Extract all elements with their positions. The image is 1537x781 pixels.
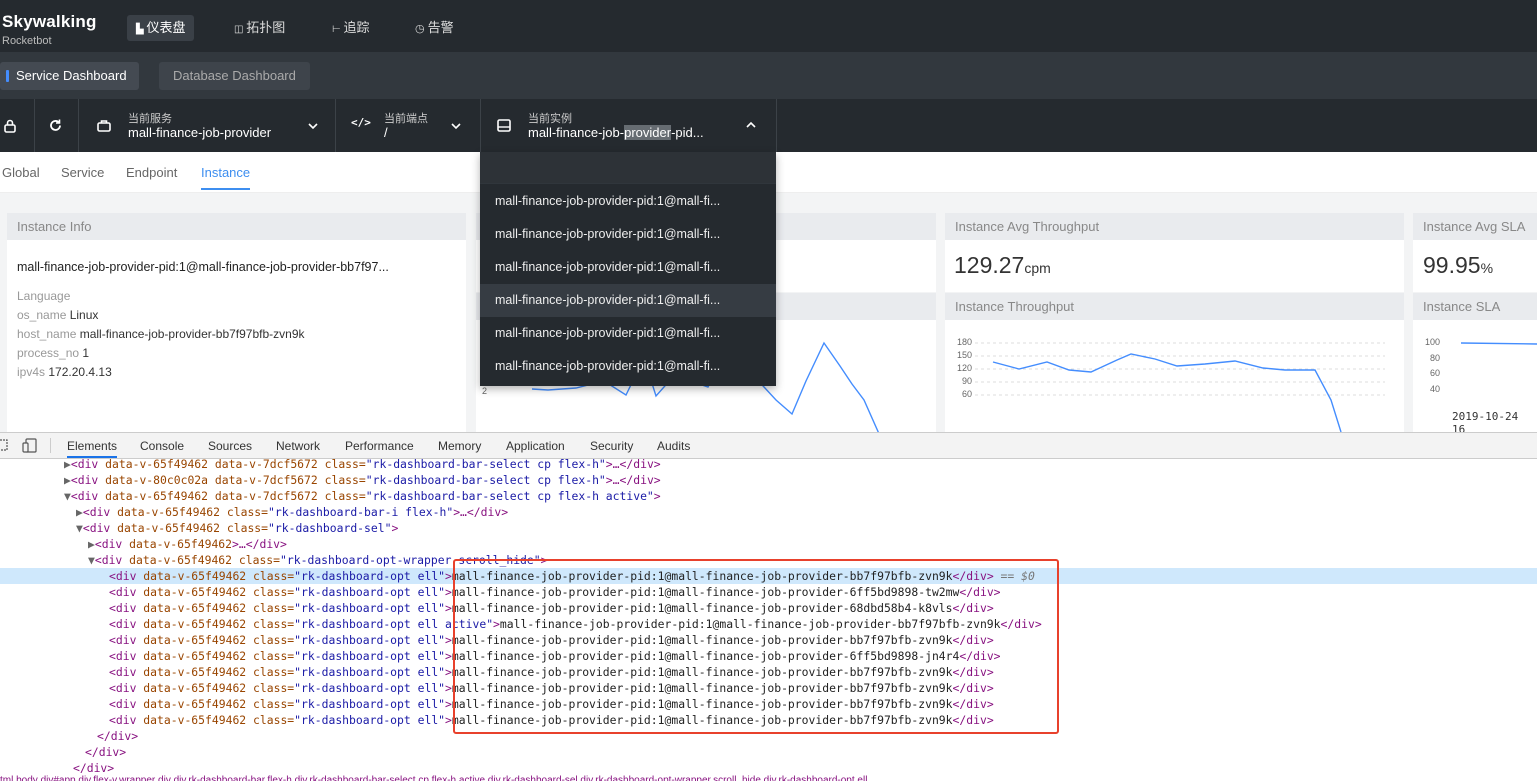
nav-alarm[interactable]: ◷ 告警 — [406, 15, 463, 41]
tab-endpoint[interactable]: Endpoint — [126, 165, 177, 180]
throughput-line-chart — [975, 342, 1385, 432]
devtools-tab-performance[interactable]: Performance — [345, 439, 414, 453]
nav-topology[interactable]: ◫ 拓扑图 — [225, 15, 294, 41]
chevron-up-icon — [746, 121, 756, 128]
dom-node-line[interactable]: ▼<div data-v-65f49462 class="rk-dashboar… — [76, 520, 398, 536]
alarm-icon: ◷ — [415, 23, 428, 35]
dashboard-tab-bar: Service Dashboard Database Dashboard — [0, 52, 1537, 99]
tab-service[interactable]: Service — [61, 165, 104, 180]
devtools-tab-memory[interactable]: Memory — [438, 439, 481, 453]
trace-icon: ⊢ — [332, 24, 344, 35]
service-selector-value: mall-finance-job-provider — [128, 125, 272, 140]
chevron-down-icon — [308, 123, 318, 130]
throughput-chart-title: Instance Throughput — [945, 293, 1404, 320]
service-icon — [97, 120, 111, 132]
info-row-ipv4s: ipv4s 172.20.4.13 — [17, 365, 112, 379]
instance-option[interactable]: mall-finance-job-provider-pid:1@mall-fi.… — [480, 251, 776, 284]
nav-label: 告警 — [427, 20, 454, 35]
endpoint-selector[interactable]: </> 当前端点 / — [336, 99, 480, 152]
sla-avg-title: Instance Avg SLA — [1413, 213, 1537, 240]
instance-option[interactable]: mall-finance-job-provider-pid:1@mall-fi.… — [480, 185, 776, 218]
nav-dashboard[interactable]: ▙ 仪表盘 — [127, 15, 195, 41]
service-selector-label: 当前服务 — [128, 113, 172, 125]
devtools-tab-console[interactable]: Console — [140, 439, 184, 453]
code-icon: </> — [351, 116, 371, 129]
nav-label: 拓扑图 — [246, 20, 286, 35]
topology-icon: ◫ — [234, 24, 247, 35]
logo: Skywalking — [2, 12, 97, 31]
info-row-os-name: os_name Linux — [17, 308, 99, 322]
nav-label: 追踪 — [343, 20, 370, 35]
devtools-tab-application[interactable]: Application — [506, 439, 565, 453]
dom-node-line[interactable]: ▶<div data-v-65f49462 data-v-7dcf5672 cl… — [64, 456, 661, 472]
throughput-avg-title: Instance Avg Throughput — [945, 213, 1404, 240]
tab-instance[interactable]: Instance — [201, 165, 251, 190]
instance-option[interactable]: mall-finance-job-provider-pid:1@mall-fi.… — [480, 218, 776, 251]
tab-database-dashboard[interactable]: Database Dashboard — [159, 62, 310, 90]
instance-selector-label: 当前实例 — [528, 113, 572, 125]
info-row-language: Language — [17, 289, 71, 303]
dom-close-line[interactable]: </div> — [97, 728, 138, 744]
chart-icon: ▙ — [136, 24, 147, 35]
instance-option[interactable]: mall-finance-job-provider-pid:1@mall-fi.… — [480, 317, 776, 350]
instance-dropdown: mall-finance-job-provider-pid:1@mall-fi.… — [480, 152, 776, 386]
devtools-tab-sources[interactable]: Sources — [208, 439, 252, 453]
sla-chart-title: Instance SLA — [1413, 293, 1537, 320]
dom-node-line[interactable]: ▶<div data-v-65f49462>…</div> — [88, 536, 287, 552]
instance-option-active[interactable]: mall-finance-job-provider-pid:1@mall-fi.… — [480, 284, 776, 317]
devtools-tab-audits[interactable]: Audits — [657, 439, 690, 453]
logo-subtitle: Rocketbot — [2, 35, 52, 47]
chevron-down-icon — [451, 123, 461, 130]
endpoint-selector-label: 当前端点 — [384, 113, 428, 125]
highlight-box — [453, 559, 1059, 734]
instance-selector-value: mall-finance-job-provider-pid... — [528, 125, 704, 140]
dom-node-line[interactable]: ▶<div data-v-80c0c02a data-v-7dcf5672 cl… — [64, 472, 661, 488]
tab-global[interactable]: Global — [2, 165, 40, 180]
service-selector[interactable]: 当前服务 mall-finance-job-provider — [79, 99, 335, 152]
inspect-icon[interactable] — [0, 439, 10, 453]
selector-bar: 当前服务 mall-finance-job-provider </> 当前端点 … — [0, 99, 1537, 152]
devtools-tab-security[interactable]: Security — [590, 439, 633, 453]
top-nav-bar: Skywalking Rocketbot ▙ 仪表盘 ◫ 拓扑图 ⊢ 追踪 ◷ … — [0, 0, 1537, 52]
refresh-icon[interactable] — [48, 118, 63, 133]
tab-service-dashboard[interactable]: Service Dashboard — [0, 62, 139, 90]
info-row-process-no: process_no 1 — [17, 346, 90, 360]
devtools-tab-network[interactable]: Network — [276, 439, 320, 453]
instance-name: mall-finance-job-provider-pid:1@mall-fin… — [17, 260, 389, 274]
lock-icon[interactable] — [4, 119, 16, 133]
instance-selector[interactable]: 当前实例 mall-finance-job-provider-pid... — [481, 99, 776, 152]
device-toggle-icon[interactable] — [22, 438, 38, 453]
instance-info-title: Instance Info — [7, 213, 466, 240]
dom-breadcrumbs[interactable]: tml body div#app div.flex-v.wrapper div … — [0, 772, 1537, 781]
throughput-avg-value: 129.27cpm — [954, 252, 1051, 278]
instance-search-input[interactable] — [480, 152, 776, 184]
dom-close-line[interactable]: </div> — [85, 744, 126, 760]
dom-node-line[interactable]: ▼<div data-v-65f49462 data-v-7dcf5672 cl… — [64, 488, 661, 504]
dom-node-line[interactable]: ▶<div data-v-65f49462 class="rk-dashboar… — [76, 504, 508, 520]
instance-icon — [497, 119, 511, 132]
nav-label: 仪表盘 — [146, 20, 186, 35]
endpoint-selector-value: / — [384, 125, 388, 140]
info-row-host-name: host_name mall-finance-job-provider-bb7f… — [17, 327, 305, 341]
nav-trace[interactable]: ⊢ 追踪 — [323, 15, 379, 41]
sla-avg-value: 99.95% — [1423, 252, 1494, 278]
instance-option[interactable]: mall-finance-job-provider-pid:1@mall-fi.… — [480, 350, 776, 383]
